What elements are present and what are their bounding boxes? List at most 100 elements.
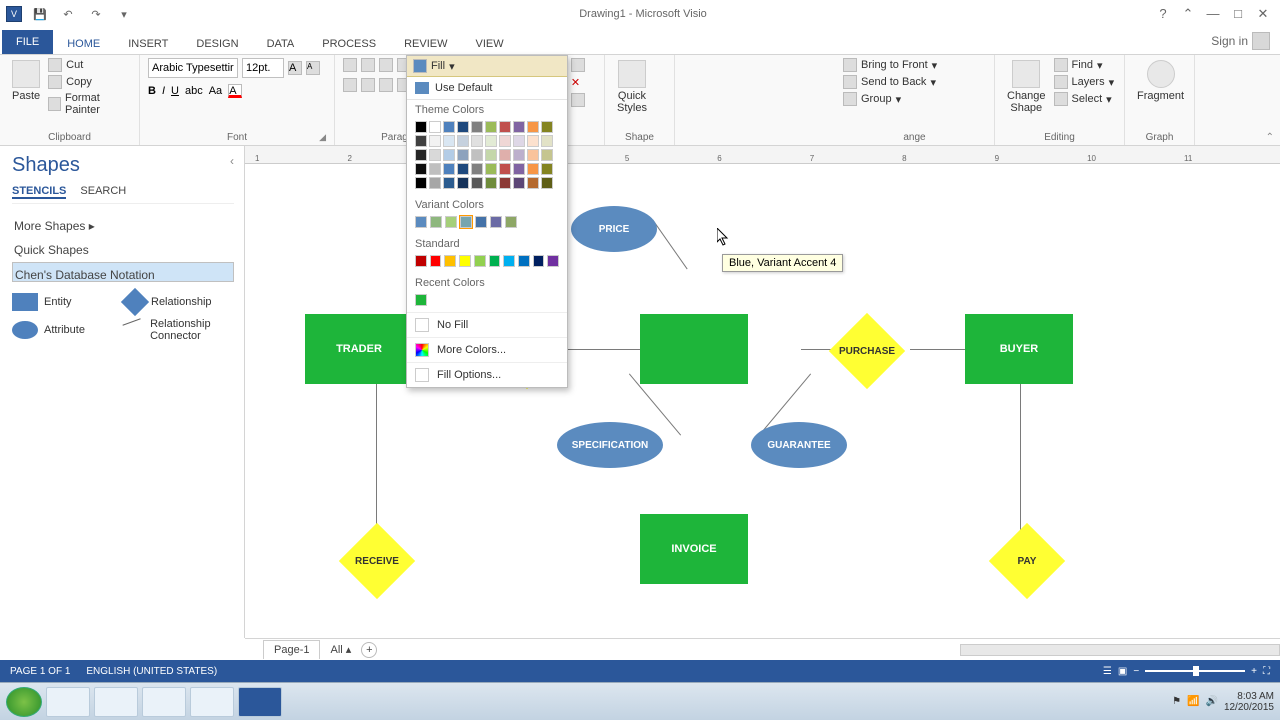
theme-color-swatch[interactable] (499, 135, 511, 147)
line-tool-icon[interactable] (571, 93, 585, 107)
theme-color-swatch[interactable] (541, 135, 553, 147)
rel-receive[interactable]: RECEIVE (340, 524, 414, 598)
theme-color-swatch[interactable] (457, 135, 469, 147)
stencils-tab[interactable]: STENCILS (12, 185, 66, 199)
theme-color-swatch[interactable] (457, 177, 469, 189)
theme-color-swatch[interactable] (527, 135, 539, 147)
theme-color-swatch[interactable] (443, 121, 455, 133)
recent-color-swatch[interactable] (415, 294, 427, 306)
font-size-select[interactable] (242, 58, 284, 78)
theme-color-swatch[interactable] (485, 149, 497, 161)
variant-color-swatch[interactable] (460, 216, 472, 228)
standard-color-swatch[interactable] (459, 255, 471, 267)
attr-specification[interactable]: SPECIFICATION (557, 422, 663, 468)
italic-button[interactable]: I (162, 85, 165, 97)
entity-invoice[interactable]: INVOICE (640, 514, 748, 584)
attr-price[interactable]: PRICE (571, 206, 657, 252)
fit-page-icon[interactable]: ⛶ (1263, 666, 1270, 677)
collapse-ribbon-icon[interactable]: ⌃ (1266, 132, 1274, 143)
theme-color-swatch[interactable] (485, 121, 497, 133)
variant-color-swatch[interactable] (505, 216, 517, 228)
add-page-button[interactable]: + (361, 642, 377, 658)
variant-color-swatch[interactable] (475, 216, 487, 228)
variant-color-swatch[interactable] (430, 216, 442, 228)
tb-folder-icon[interactable] (94, 687, 138, 717)
group-button[interactable]: Group▾ (843, 92, 937, 106)
shape-attribute[interactable]: Attribute (12, 318, 121, 342)
theme-color-swatch[interactable] (485, 163, 497, 175)
theme-color-swatch[interactable] (457, 121, 469, 133)
shape-rel-connector[interactable]: Relationship Connector (125, 318, 234, 342)
theme-color-swatch[interactable] (541, 177, 553, 189)
status-language[interactable]: ENGLISH (UNITED STATES) (86, 666, 217, 677)
theme-color-swatch[interactable] (485, 177, 497, 189)
text-highlight-button[interactable]: Aa (209, 85, 222, 97)
help-icon[interactable]: ? (1152, 6, 1174, 22)
standard-color-swatch[interactable] (503, 255, 515, 267)
tb-explorer-icon[interactable] (46, 687, 90, 717)
fill-split-button[interactable]: Fill (431, 60, 445, 72)
drawing-canvas[interactable]: PRICE TRADER OFFER PURCHASE BUYER SPECIF… (245, 164, 1280, 638)
layers-button[interactable]: Layers▾ (1054, 75, 1115, 89)
tab-insert[interactable]: INSERT (114, 34, 182, 54)
save-icon[interactable]: 💾 (30, 4, 50, 24)
tray-volume-icon[interactable]: 🔊 (1205, 696, 1217, 707)
more-colors-item[interactable]: More Colors... (407, 337, 567, 362)
tab-review[interactable]: REVIEW (390, 34, 461, 54)
theme-color-swatch[interactable] (527, 177, 539, 189)
tab-process[interactable]: PROCESS (308, 34, 390, 54)
theme-color-swatch[interactable] (541, 121, 553, 133)
theme-color-swatch[interactable] (429, 121, 441, 133)
theme-color-swatch[interactable] (541, 149, 553, 161)
theme-color-swatch[interactable] (457, 163, 469, 175)
shape-entity[interactable]: Entity (12, 292, 121, 312)
all-pages[interactable]: All ▴ (330, 643, 351, 656)
qat-more-icon[interactable]: ▾ (114, 4, 134, 24)
theme-color-swatch[interactable] (415, 177, 427, 189)
rectangle-tool-icon[interactable] (571, 58, 585, 72)
standard-color-swatch[interactable] (489, 255, 501, 267)
theme-color-swatch[interactable] (527, 121, 539, 133)
standard-color-swatch[interactable] (547, 255, 559, 267)
fragment-button[interactable]: Fragment (1133, 58, 1188, 104)
conn-price-left[interactable] (652, 220, 687, 270)
change-shape-button[interactable]: Change Shape (1003, 58, 1050, 116)
align-top-icon[interactable] (343, 58, 357, 72)
theme-color-swatch[interactable] (429, 149, 441, 161)
theme-color-swatch[interactable] (471, 135, 483, 147)
attr-guarantee[interactable]: GUARANTEE (751, 422, 847, 468)
tab-file[interactable]: FILE (2, 30, 53, 54)
redo-icon[interactable]: ↷ (86, 4, 106, 24)
theme-color-swatch[interactable] (471, 149, 483, 161)
find-button[interactable]: Find▾ (1054, 58, 1115, 72)
theme-color-swatch[interactable] (471, 121, 483, 133)
theme-color-swatch[interactable] (513, 163, 525, 175)
copy-button[interactable]: Copy (48, 75, 131, 89)
zoom-slider[interactable] (1145, 670, 1245, 672)
select-button[interactable]: Select▾ (1054, 92, 1115, 106)
tray-time[interactable]: 8:03 AM (1224, 691, 1274, 702)
rel-purchase[interactable]: PURCHASE (830, 314, 904, 388)
theme-color-swatch[interactable] (499, 121, 511, 133)
no-fill-item[interactable]: No Fill (407, 312, 567, 337)
tab-design[interactable]: DESIGN (182, 34, 252, 54)
standard-color-swatch[interactable] (518, 255, 530, 267)
standard-color-swatch[interactable] (533, 255, 545, 267)
format-painter-button[interactable]: Format Painter (48, 92, 131, 116)
ribbon-collapse-icon[interactable]: ⌃ (1177, 6, 1199, 22)
quick-styles-button[interactable]: Quick Styles (613, 58, 651, 116)
theme-color-swatch[interactable] (443, 163, 455, 175)
send-back-button[interactable]: Send to Back▾ (843, 75, 937, 89)
tab-view[interactable]: VIEW (461, 34, 517, 54)
standard-color-swatch[interactable] (415, 255, 427, 267)
font-color-button[interactable]: A (228, 84, 242, 98)
tray-network-icon[interactable]: 📶 (1187, 696, 1199, 707)
variant-color-swatch[interactable] (490, 216, 502, 228)
theme-color-swatch[interactable] (513, 149, 525, 161)
variant-color-swatch[interactable] (415, 216, 427, 228)
sign-in[interactable]: Sign in (1201, 28, 1280, 54)
align-bottom-icon[interactable] (379, 58, 393, 72)
theme-color-swatch[interactable] (415, 121, 427, 133)
entity-trader[interactable]: TRADER (305, 314, 413, 384)
paste-button[interactable]: Paste (8, 58, 44, 104)
